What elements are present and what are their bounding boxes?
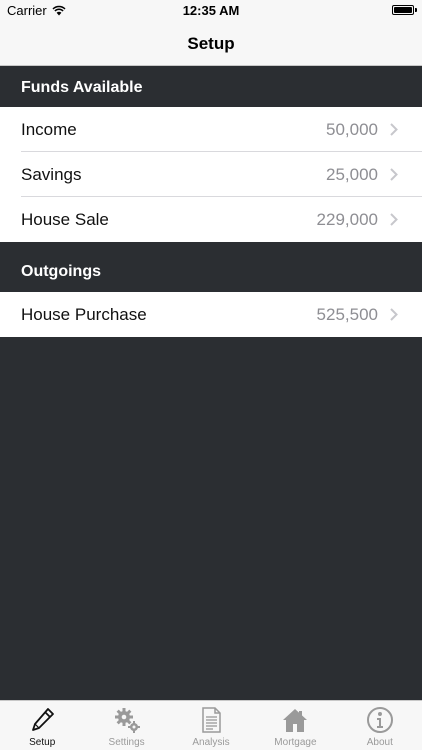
gears-icon (114, 708, 140, 733)
pencil-icon (32, 708, 55, 731)
tab-label: Mortgage (274, 737, 317, 748)
row-income[interactable]: Income 50,000 (0, 107, 422, 152)
row-value: 525,500 (316, 304, 378, 324)
tab-label: Setup (29, 737, 56, 748)
document-icon (202, 707, 221, 733)
row-house-purchase[interactable]: House Purchase 525,500 (0, 292, 422, 337)
status-bar: Carrier 12:35 AM (0, 0, 422, 22)
row-value: 229,000 (316, 209, 378, 229)
chevron-right-icon (390, 123, 398, 136)
row-label: House Purchase (21, 304, 147, 324)
tab-bar: Setup Settings Analysis Mortgage About (0, 700, 422, 750)
chevron-right-icon (390, 168, 398, 181)
tab-label: Settings (108, 737, 145, 748)
row-label: House Sale (21, 209, 109, 229)
tab-setup[interactable]: Setup (0, 701, 84, 750)
row-value: 50,000 (326, 119, 378, 139)
row-savings[interactable]: Savings 25,000 (0, 152, 422, 197)
row-label: Savings (21, 164, 82, 184)
row-value: 25,000 (326, 164, 378, 184)
tab-label: About (366, 737, 393, 748)
battery-icon (392, 5, 417, 15)
section-header-label: Outgoings (21, 263, 101, 280)
clock: 12:35 AM (182, 3, 240, 18)
tab-analysis[interactable]: Analysis (169, 701, 253, 750)
row-house-sale[interactable]: House Sale 229,000 (0, 197, 422, 242)
house-icon (283, 709, 308, 732)
section-header-label: Funds Available (21, 79, 143, 96)
section-header-outgoings: Outgoings (0, 242, 422, 292)
info-icon (366, 707, 393, 733)
tab-about[interactable]: About (338, 701, 422, 750)
tab-settings[interactable]: Settings (84, 701, 168, 750)
tab-mortgage[interactable]: Mortgage (253, 701, 337, 750)
section-header-funds-available: Funds Available (0, 66, 422, 107)
chevron-right-icon (390, 213, 398, 226)
row-label: Income (21, 119, 77, 139)
page-title: Setup (187, 34, 235, 53)
navigation-bar: Setup (0, 22, 422, 66)
chevron-right-icon (390, 308, 398, 321)
tab-label: Analysis (192, 737, 230, 748)
